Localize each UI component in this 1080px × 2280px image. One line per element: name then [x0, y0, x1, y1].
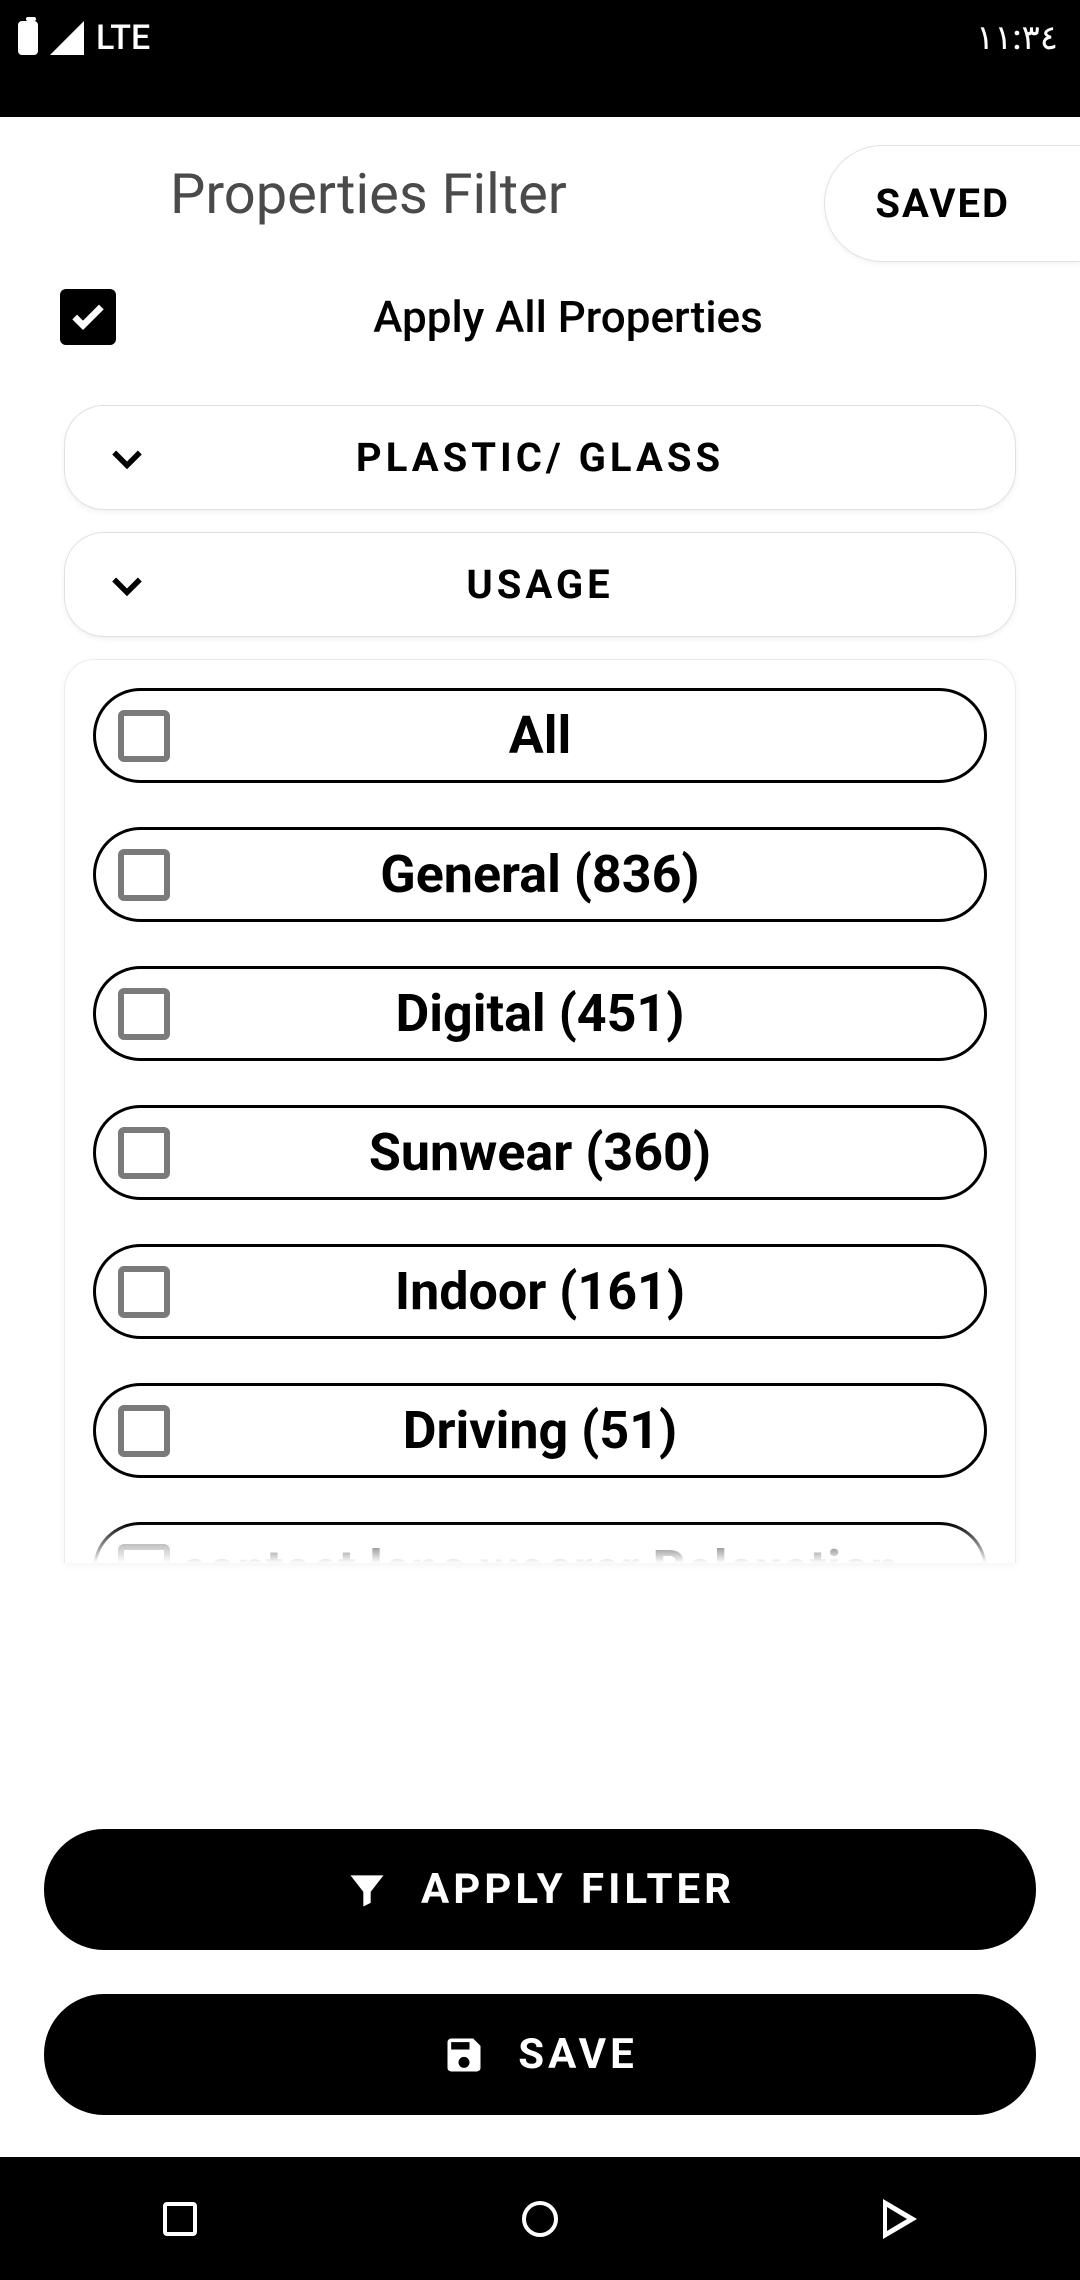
- save-button[interactable]: SAVE: [44, 1994, 1036, 2115]
- checkbox-icon[interactable]: [118, 1405, 170, 1457]
- system-nav-bar: [0, 2157, 1080, 2280]
- option-label: contact lens wearer Relaxation: [170, 1539, 962, 1563]
- section-label: PLASTIC/ GLASS: [149, 434, 975, 481]
- section-label: USAGE: [149, 561, 975, 608]
- apply-all-label: Apply All Properties: [156, 291, 1020, 343]
- chevron-down-icon: [105, 436, 149, 480]
- option-driving[interactable]: Driving (51): [93, 1383, 987, 1478]
- option-label: Indoor (161): [170, 1261, 962, 1322]
- nav-recent-button[interactable]: [157, 2196, 203, 2242]
- page-title: Properties Filter: [170, 161, 567, 227]
- checkbox-icon[interactable]: [118, 1544, 170, 1564]
- option-label: Digital (451): [170, 983, 962, 1044]
- clock: ١١:٣٤: [976, 18, 1058, 58]
- option-label: Driving (51): [170, 1400, 962, 1461]
- apply-filter-button[interactable]: APPLY FILTER: [44, 1829, 1036, 1950]
- battery-icon: [18, 21, 38, 55]
- section-plastic-glass[interactable]: PLASTIC/ GLASS: [64, 405, 1016, 510]
- option-general[interactable]: General (836): [93, 827, 987, 922]
- option-label: Sunwear (360): [170, 1122, 962, 1183]
- nav-back-button[interactable]: [877, 2196, 923, 2242]
- checkbox-icon[interactable]: [118, 1266, 170, 1318]
- signal-icon: [50, 21, 84, 55]
- option-sunwear[interactable]: Sunwear (360): [93, 1105, 987, 1200]
- bottom-actions: APPLY FILTER SAVE: [0, 1785, 1080, 2115]
- nav-home-button[interactable]: [517, 2196, 563, 2242]
- save-icon: [442, 2033, 486, 2077]
- option-label: All: [170, 705, 962, 766]
- option-label: General (836): [170, 844, 962, 905]
- checkbox-icon[interactable]: [118, 710, 170, 762]
- apply-all-checkbox[interactable]: [60, 289, 116, 345]
- save-label: SAVE: [518, 2030, 638, 2079]
- apply-all-row[interactable]: Apply All Properties: [0, 271, 1080, 385]
- option-digital[interactable]: Digital (451): [93, 966, 987, 1061]
- option-all[interactable]: All: [93, 688, 987, 783]
- section-usage[interactable]: USAGE: [64, 532, 1016, 637]
- checkbox-icon[interactable]: [118, 988, 170, 1040]
- filter-icon: [345, 1868, 389, 1912]
- usage-options-list[interactable]: All General (836) Digital (451) Sunwear …: [64, 659, 1016, 1563]
- checkbox-icon[interactable]: [118, 1127, 170, 1179]
- saved-button[interactable]: SAVED: [824, 145, 1080, 262]
- main-panel: Properties Filter SAVED Apply All Proper…: [0, 117, 1080, 2157]
- chevron-down-icon: [105, 563, 149, 607]
- network-label: LTE: [96, 18, 150, 58]
- option-contact-lens[interactable]: contact lens wearer Relaxation: [93, 1522, 987, 1563]
- header: Properties Filter SAVED: [0, 117, 1080, 271]
- checkbox-icon[interactable]: [118, 849, 170, 901]
- apply-filter-label: APPLY FILTER: [421, 1865, 735, 1914]
- status-bar: LTE ١١:٣٤: [0, 0, 1080, 117]
- option-indoor[interactable]: Indoor (161): [93, 1244, 987, 1339]
- check-icon: [68, 297, 108, 337]
